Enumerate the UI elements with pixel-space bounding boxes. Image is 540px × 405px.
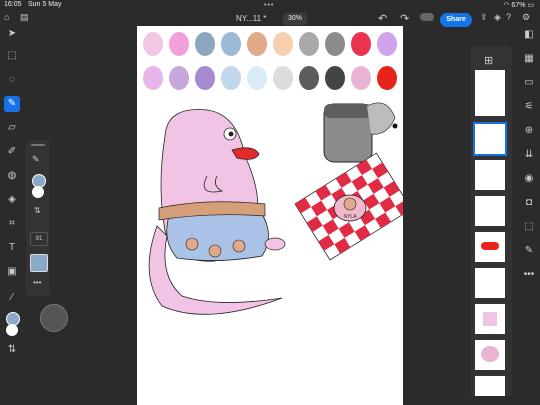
layer-thumbnail[interactable] [475,196,505,226]
layer-thumbnail[interactable] [475,232,505,262]
more-icon[interactable]: ••• [522,268,536,282]
layer-thumbnail[interactable] [475,340,505,370]
right-toolbar: ◧ ▦ ▭ ⚟ ⊕ ⇊ ◉ ◘ ⬚ ✎ ••• [518,22,540,405]
layers-panel: ⊞ [470,46,512,396]
brush-size-value[interactable]: 91 [30,232,48,246]
mask-icon[interactable]: ◘ [522,196,536,210]
fill-tool-icon[interactable]: ◈ [4,192,20,208]
plate-label: NYLA [343,214,357,220]
lasso-tool-icon[interactable]: ◌ [4,72,20,88]
touch-shortcut-button[interactable] [40,304,68,332]
layer-thumbnail[interactable] [475,304,505,334]
size-stepper-icon[interactable]: ⇅ [34,206,41,215]
image-tool-icon[interactable]: ▣ [4,264,20,280]
status-right: ◠ 67% ▭ [503,1,534,9]
panel-grip[interactable] [31,144,45,146]
swap-colors-icon[interactable]: ⇅ [4,342,20,358]
undo-icon[interactable]: ↶ [378,12,387,25]
left-toolbar: ➤ ⬚ ◌ ✎ ▱ ✐ ◍ ◈ ⌗ T ▣ ⁄ ⇅ [0,22,22,405]
smudge-tool-icon[interactable]: ✐ [4,144,20,160]
crop-tool-icon[interactable]: ⌗ [4,216,20,232]
canvas[interactable]: NYLA [137,26,403,405]
battery-icon: ▭ [527,2,534,9]
eyedropper-tool-icon[interactable]: ⁄ [4,290,20,306]
add-layer-icon[interactable]: ⊞ [484,54,493,67]
help-icon[interactable]: ? [506,12,511,22]
merge-icon[interactable]: ⇊ [522,148,536,162]
artwork-illustration: NYLA [148,102,403,315]
cloud-sync-icon[interactable] [420,13,434,21]
brush-settings-icon[interactable]: ✎ [522,244,536,258]
battery-percent: 67% [511,2,526,9]
comments-icon[interactable]: ▭ [522,76,536,90]
brush-tool-icon[interactable]: ✎ [4,96,20,112]
eraser-tool-icon[interactable]: ▱ [4,120,20,136]
brush-secondary-swatch[interactable] [32,186,44,198]
brush-options-panel: ✎ ⇅ 91 ••• [26,140,50,296]
layer-thumbnail-selected[interactable] [473,122,507,156]
learn-icon[interactable]: ◈ [494,12,501,23]
share-button[interactable]: Share [440,13,472,27]
multitasking-dots[interactable]: ••• [264,2,274,9]
brush-icon[interactable]: ✎ [32,154,40,165]
layers-icon[interactable]: ◧ [522,28,536,42]
redo-icon[interactable]: ↷ [400,12,409,25]
home-icon[interactable]: ⌂ [4,12,9,22]
status-date: Sun 5 May [28,1,62,8]
layer-stack-icon[interactable]: ▦ [522,52,536,66]
adjustments-icon[interactable]: ⚟ [522,100,536,114]
more-options-icon[interactable]: ••• [33,278,41,287]
visibility-icon[interactable]: ◉ [522,172,536,186]
brush-preview[interactable] [30,254,48,272]
layer-thumbnail[interactable] [475,268,505,298]
text-tool-icon[interactable]: T [4,240,20,256]
layer-thumbnail[interactable] [475,376,505,396]
move-tool-icon[interactable]: ➤ [4,26,20,42]
layer-thumbnail[interactable] [475,160,505,190]
secondary-color-swatch[interactable] [6,324,18,336]
transform-tool-icon[interactable]: ⬚ [4,48,20,64]
add-icon[interactable]: ⊕ [522,124,536,138]
document-name[interactable]: NY...11 * [236,14,266,23]
layer-thumbnail[interactable] [475,86,505,116]
wifi-icon: ◠ [503,2,510,9]
zoom-level[interactable]: 30% [283,13,307,25]
blur-tool-icon[interactable]: ◍ [4,168,20,184]
export-icon[interactable]: ⇪ [480,12,488,23]
status-time: 16:05 [4,1,22,8]
clip-icon[interactable]: ⬚ [522,220,536,234]
